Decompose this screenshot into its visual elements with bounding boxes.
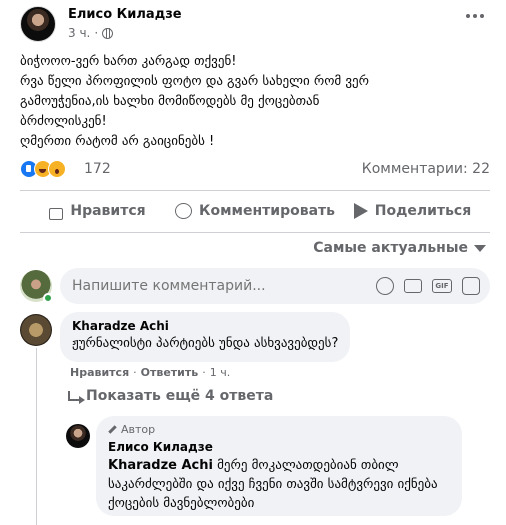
divider — [20, 232, 490, 233]
sticker-icon[interactable] — [462, 277, 480, 295]
comment-button-label: Комментировать — [199, 203, 335, 219]
chevron-down-icon — [474, 244, 486, 252]
comment-input-box[interactable]: GIF — [60, 268, 490, 304]
comment-like-link[interactable]: Нравится — [70, 366, 129, 379]
show-more-replies-label: Показать ещё 4 ответа — [86, 388, 274, 404]
comment-actions: Нравится · Ответить · 1 ч. — [70, 366, 230, 379]
post-text-line: რვა წელი პროფილის ფოტო და გვარ სახელი რო… — [20, 74, 369, 89]
post-text-line: ბიჭოოო-ვერ ხართ კარგად თქვენ! — [20, 54, 237, 69]
like-button[interactable]: Нравится — [20, 196, 175, 226]
comment-input-icons: GIF — [376, 277, 480, 295]
thread-line — [36, 348, 37, 525]
reply-text: Kharadze Achi მერე მოკალათდებიან თბილ სა… — [108, 456, 450, 513]
gif-icon[interactable]: GIF — [432, 279, 452, 293]
pencil-icon — [108, 425, 117, 434]
post-text: ბიჭოოო-ვერ ხართ კარგად თქვენ! რვა წელი პ… — [20, 52, 490, 152]
comments-count[interactable]: Комментарии: 22 — [362, 161, 490, 177]
share-arrow-icon — [353, 203, 368, 219]
post-meta: 3 ч. · — [68, 26, 114, 40]
reply-author-name[interactable]: Елисо Киладзе — [108, 440, 450, 454]
share-button[interactable]: Поделиться — [335, 196, 490, 226]
reactions-bar: 172 Комментарии: 22 — [20, 160, 490, 180]
post-author-name[interactable]: Елисо Киладзе — [68, 7, 182, 22]
post-text-line: ღმერთი რატომ არ გაიცინებს ! — [20, 134, 215, 149]
post-actions: Нравится Комментировать Поделиться — [20, 196, 490, 226]
post-time[interactable]: 3 ч. — [68, 26, 90, 40]
reply-author-avatar[interactable] — [66, 424, 90, 448]
comment-reply-link[interactable]: Ответить — [141, 366, 199, 379]
speech-bubble-icon — [175, 203, 193, 219]
reaction-icons[interactable] — [20, 160, 66, 178]
post-header: Елисо Киладзе 3 ч. · — [20, 6, 490, 46]
commenter-name[interactable]: Kharadze Achi — [72, 319, 338, 333]
like-button-label: Нравится — [70, 203, 146, 219]
thumbs-up-icon — [49, 207, 64, 220]
author-badge: Автор — [108, 423, 450, 436]
camera-icon[interactable] — [404, 279, 422, 293]
share-button-label: Поделиться — [374, 203, 472, 219]
author-badge-label: Автор — [121, 423, 156, 436]
commenter-avatar[interactable] — [20, 314, 52, 346]
separator: · — [202, 366, 206, 379]
reply-arrow-icon — [68, 391, 85, 404]
comment-bubble: Kharadze Achi ჟურნალისტი პარტიებს უნდა ა… — [60, 312, 351, 362]
post-text-line: ბრძოლისკენ! — [20, 114, 107, 129]
reply-mention[interactable]: Kharadze Achi — [108, 458, 213, 473]
comment-sort-dropdown[interactable]: Самые актуальные — [313, 240, 486, 256]
globe-icon — [102, 27, 114, 39]
online-status-dot — [43, 293, 53, 303]
more-options-icon[interactable] — [466, 14, 484, 18]
reaction-count[interactable]: 172 — [84, 161, 111, 177]
show-more-replies-button[interactable]: Показать ещё 4 ответа — [68, 388, 273, 404]
comment-text: ჟურნალისტი პარტიებს უნდა ასხვავებდეს? — [72, 336, 339, 351]
sort-label: Самые актуальные — [313, 240, 468, 256]
post-text-line: გამოუჭენია,ის ხალხი მომიწოდებს მე ქოცებთ… — [20, 94, 320, 109]
reply-bubble: Автор Елисо Киладзе Kharadze Achi მერე მ… — [96, 416, 462, 516]
separator: · — [133, 366, 137, 379]
divider — [20, 190, 490, 191]
wow-reaction-icon — [48, 160, 66, 178]
comment-button[interactable]: Комментировать — [175, 196, 335, 226]
author-avatar[interactable] — [20, 6, 56, 42]
emoji-icon[interactable] — [376, 277, 394, 295]
comment-time[interactable]: 1 ч. — [210, 366, 231, 379]
comment-input[interactable] — [72, 278, 322, 294]
